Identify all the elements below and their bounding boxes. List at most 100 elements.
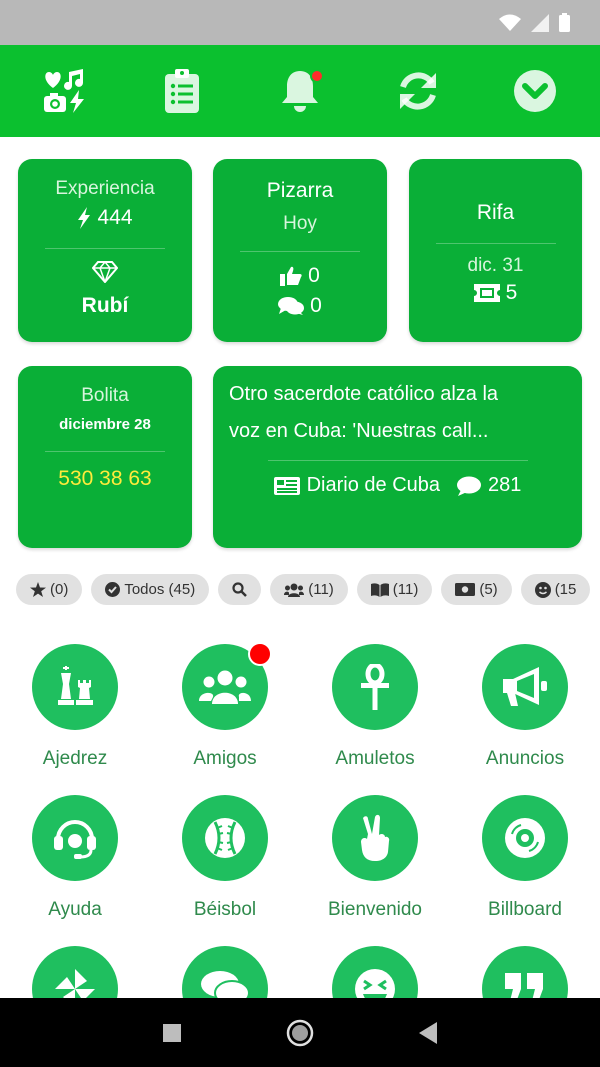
experience-points: 444 [18,206,192,230]
chess-icon [32,644,118,730]
divider [267,460,528,461]
divider [240,251,360,252]
rifa-date: dic. 31 [467,255,524,276]
ankh-icon [332,644,418,730]
tickets-count: 5 [505,281,518,304]
status-bar [0,0,600,45]
notification-badge [248,642,272,666]
users-icon [182,642,272,730]
system-nav-bar [0,998,600,1067]
app-label: Amuletos [335,748,415,769]
divider [435,243,556,244]
headset-icon [32,795,118,881]
rifa-title: Rifa [476,201,515,224]
chip-label: (11) [392,581,419,598]
app-label: Béisbol [193,899,257,920]
battery-icon [559,13,570,32]
money-icon [455,583,476,596]
experience-title: Experiencia [55,178,155,199]
app-amuletos[interactable]: Amuletos [300,644,450,770]
cell-signal-icon [531,13,549,32]
bolita-card[interactable]: Bolita diciembre 28 530 38 63 [18,366,192,548]
app-ayuda[interactable]: Ayuda [0,795,150,921]
pizarra-comments: 0 [213,294,387,318]
app-ajedrez[interactable]: Ajedrez [0,644,150,770]
app-beisbol[interactable]: Béisbol [150,795,300,921]
lightning-icon [78,207,91,229]
chip-social[interactable]: (11) [270,574,348,605]
chip-label: (15 [554,581,577,598]
app-label: Amigos [193,748,257,769]
divider [45,248,165,249]
chip-favorites[interactable]: (0) [16,574,83,605]
comment-icon [457,476,482,496]
experience-points-value: 444 [97,206,133,229]
app-label: Bienvenido [327,899,423,920]
pizarra-title: Pizarra [266,179,334,202]
smile-icon [534,581,551,598]
sync-button[interactable] [378,51,458,131]
sync-icon [399,72,436,110]
chip-search[interactable] [218,574,262,605]
comments-count: 0 [310,294,322,317]
baseball-icon [182,795,268,881]
thumbs-up-icon [280,266,302,286]
book-icon [370,582,389,597]
app-label: Ajedrez [42,748,108,769]
users-icon [284,583,305,597]
news-source: Diario de Cuba [306,474,441,496]
notifications-button[interactable] [260,51,340,131]
clipboard-list-icon [165,69,200,113]
chip-label: (0) [50,581,69,598]
back-icon[interactable] [419,1021,438,1044]
home-icon[interactable] [286,1019,314,1047]
chip-label: (5) [479,581,498,598]
bolita-numbers: 530 38 63 [58,467,152,490]
megaphone-icon [482,644,568,730]
news-meta: Diario de Cuba 281 [213,474,582,497]
news-comments-count: 281 [488,474,522,496]
chip-label: Todos (45) [124,581,196,598]
chip-label: (11) [308,581,334,598]
app-label: Ayuda [48,899,102,920]
app-amigos[interactable]: Amigos [150,642,300,770]
chevron-circle-down-icon [514,70,557,112]
star-icon [30,582,46,597]
rifa-card[interactable]: Rifa dic. 31 5 [409,159,582,342]
ticket-icon [473,284,500,302]
likes-count: 0 [308,264,320,287]
pizarra-subtitle: Hoy [283,213,317,234]
app-anuncios[interactable]: Anuncios [450,644,600,770]
app-billboard[interactable]: Billboard [450,795,600,921]
news-headline-line2: voz en Cuba: 'Nuestras call... [229,420,489,442]
pizarra-card[interactable]: Pizarra Hoy 0 0 [213,159,387,342]
experience-card[interactable]: Experiencia 444 Rubí [18,159,192,342]
news-headline-line1: Otro sacerdote católico alza la [229,383,499,405]
wifi-icon [499,14,521,31]
chip-reading[interactable]: (11) [356,574,433,605]
dropdown-button[interactable] [495,51,575,131]
rank-label: Rubí [81,294,129,317]
chip-fun[interactable]: (15 [520,574,591,605]
gem-icon [18,260,192,288]
divider [45,451,165,452]
check-circle-icon [105,582,121,597]
bolita-title: Bolita [81,385,129,406]
news-card[interactable]: Otro sacerdote católico alza la voz en C… [213,366,582,548]
media-hub-icon [43,69,84,113]
chip-money[interactable]: (5) [441,574,512,605]
media-hub-button[interactable] [25,51,105,131]
tasks-button[interactable] [142,51,222,131]
search-icon [232,582,248,597]
newspaper-icon [273,476,300,495]
pizarra-likes: 0 [213,264,387,288]
bolita-date: diciembre 28 [59,416,151,433]
filter-chips: (0) Todos (45) (11) (11) (5) (15 [16,574,591,605]
app-bienvenido[interactable]: Bienvenido [300,795,450,921]
record-icon [482,795,568,881]
notification-dot [309,69,324,83]
recents-icon[interactable] [162,1023,181,1042]
rifa-tickets: 5 [409,281,582,305]
chip-all[interactable]: Todos (45) [91,574,210,605]
comments-icon [278,297,305,315]
